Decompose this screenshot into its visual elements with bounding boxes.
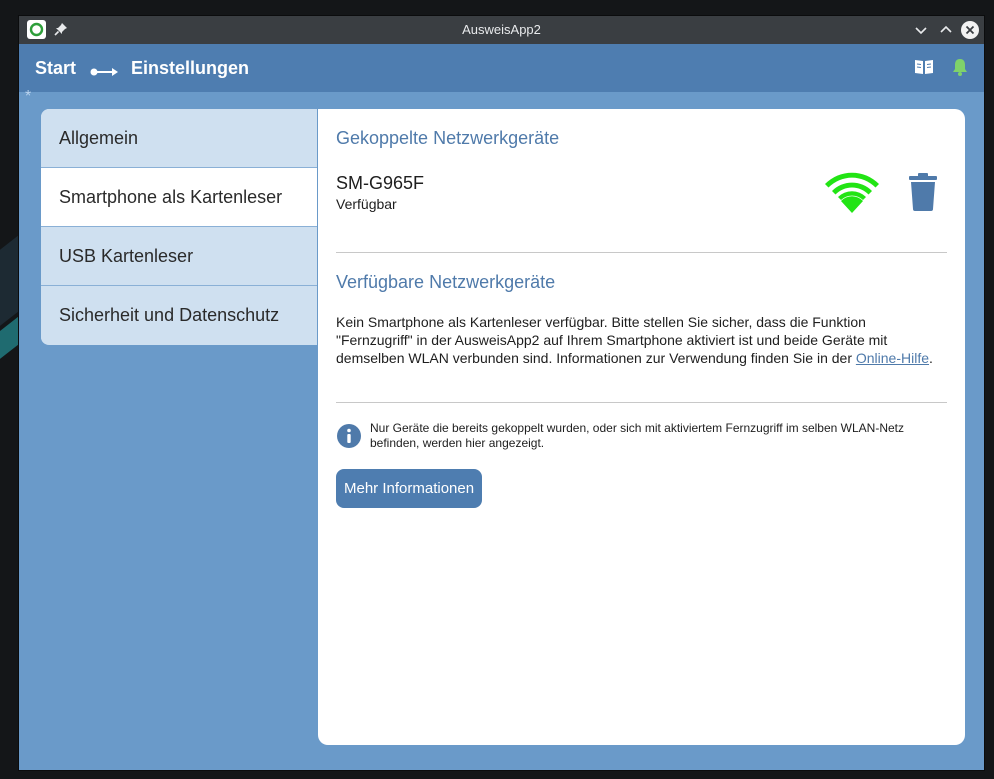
paired-devices-heading: Gekoppelte Netzwerkgeräte [336,128,560,148]
available-devices-text-end: . [929,350,933,366]
wifi-signal-icon [824,169,880,220]
breadcrumb-current: Einstellungen [131,58,250,78]
section-divider [336,252,947,253]
section-divider [336,402,947,403]
sidebar-item-usb-kartenleser[interactable]: USB Kartenleser [41,227,317,285]
title-bar[interactable]: AusweisApp2 [19,16,984,44]
trash-icon[interactable] [908,173,938,216]
arrow-right-icon [90,64,120,82]
debug-marker: * [25,88,32,105]
notification-bell-icon[interactable] [951,57,969,82]
available-devices-text: Kein Smartphone als Kartenleser verfügba… [336,314,888,366]
info-icon [337,424,361,453]
hint-text: Nur Geräte die bereits gekoppelt wurden,… [370,421,904,450]
help-book-icon[interactable] [914,58,934,81]
paired-device-status: Verfügbar [336,196,397,212]
more-information-button[interactable]: Mehr Informationen [336,469,483,508]
minimize-icon[interactable] [911,20,931,40]
settings-sidebar: Allgemein Smartphone als Kartenleser USB… [41,109,317,345]
available-devices-heading: Verfügbare Netzwerkgeräte [336,272,556,292]
online-help-link[interactable]: Online-Hilfe [856,350,929,366]
maximize-icon[interactable] [936,20,956,40]
app-window: AusweisApp2 Start Einstellungen * Allgem… [19,16,984,770]
window-title: AusweisApp2 [462,22,541,37]
sidebar-item-sicherheit-datenschutz[interactable]: Sicherheit und Datenschutz [41,286,317,344]
settings-content-panel: Gekoppelte Netzwerkgeräte SM-G965F Verfü… [318,109,965,745]
navigation-bar: Start Einstellungen [19,44,984,92]
sidebar-item-allgemein[interactable]: Allgemein [41,109,317,167]
breadcrumb-start[interactable]: Start [35,58,76,79]
paired-device-name: SM-G965F [336,173,425,193]
close-icon[interactable] [960,20,980,40]
sidebar-item-smartphone-kartenleser[interactable]: Smartphone als Kartenleser [41,168,317,226]
available-devices-description: Kein Smartphone als Kartenleser verfügba… [336,313,946,367]
